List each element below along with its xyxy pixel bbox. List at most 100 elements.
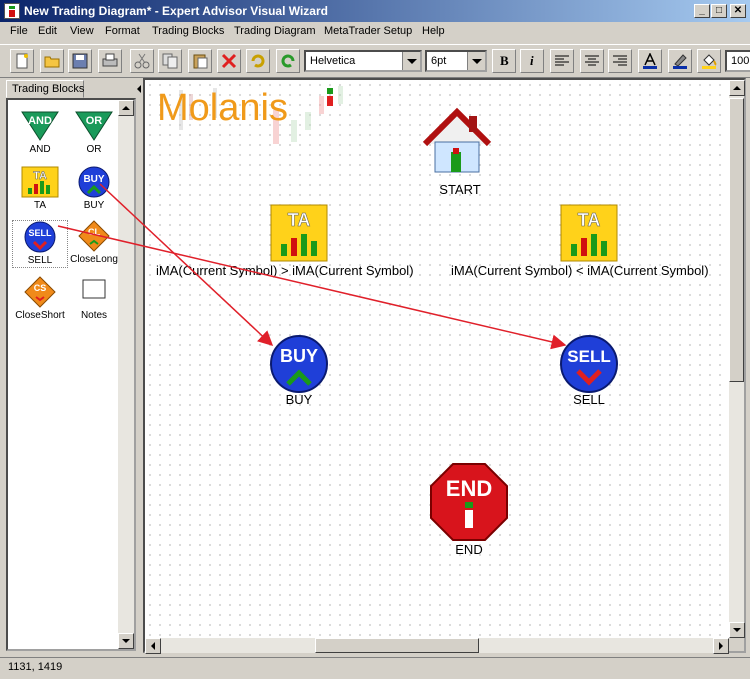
tab-trading-blocks[interactable]: Trading Blocks xyxy=(6,80,84,98)
line-color-button[interactable] xyxy=(668,49,692,73)
menu-trading-diagram[interactable]: Trading Diagram xyxy=(234,25,316,37)
scroll-down-button[interactable] xyxy=(118,633,134,649)
new-file-icon xyxy=(16,53,28,69)
palette-item-ta[interactable]: TA TA xyxy=(12,166,68,214)
trading-blocks-palette: AND AND OR OR TA TA BUY BUY SELL SELL CL… xyxy=(6,98,136,651)
ta-node-1-label: iMA(Current Symbol) > iMA(Current Symbol… xyxy=(156,263,414,278)
close-button[interactable]: ✕ xyxy=(730,4,746,18)
ta-node-1[interactable]: TA xyxy=(270,204,328,262)
italic-icon: i xyxy=(530,53,534,68)
buy-glyph: BUY xyxy=(280,346,318,366)
sell-node[interactable]: SELL xyxy=(559,334,619,394)
status-bar xyxy=(0,657,750,679)
scroll-down-button[interactable] xyxy=(729,622,745,638)
delete-x-icon xyxy=(221,53,237,69)
and-glyph: AND xyxy=(28,115,52,127)
sell-icon: SELL xyxy=(24,221,56,253)
copy-button[interactable] xyxy=(158,49,182,73)
bold-button[interactable]: B xyxy=(492,49,516,73)
scroll-left-button[interactable] xyxy=(145,638,161,654)
fill-color-button[interactable] xyxy=(697,49,721,73)
palette-item-and[interactable]: AND AND xyxy=(12,110,68,158)
menu-format[interactable]: Format xyxy=(105,25,140,37)
ta-node-2-label: iMA(Current Symbol) < iMA(Current Symbol… xyxy=(451,263,709,278)
undo-button[interactable] xyxy=(246,49,270,73)
ta-node-2[interactable]: TA xyxy=(560,204,618,262)
diagram-canvas[interactable]: Molanis START TA iMA(Current Symbol) > i… xyxy=(145,80,729,638)
italic-button[interactable]: i xyxy=(520,49,544,73)
buy-icon: BUY xyxy=(270,335,328,393)
start-label: START xyxy=(439,182,481,197)
start-node[interactable] xyxy=(419,106,495,176)
palette-label: CloseShort xyxy=(15,310,65,321)
palette-item-sell[interactable]: SELL SELL xyxy=(12,220,68,268)
ta-icon: TA xyxy=(270,204,328,262)
sell-label: SELL xyxy=(573,392,605,407)
menu-trading-blocks[interactable]: Trading Blocks xyxy=(152,25,224,37)
window-title: New Trading Diagram* - Expert Advisor Vi… xyxy=(24,4,328,18)
align-left-button[interactable] xyxy=(550,49,574,73)
new-button[interactable] xyxy=(10,49,34,73)
end-glyph: END xyxy=(446,476,492,501)
maximize-button[interactable]: □ xyxy=(711,4,727,18)
palette-item-buy[interactable]: BUY BUY xyxy=(66,166,122,214)
paste-icon xyxy=(193,54,208,69)
buy-icon: BUY xyxy=(78,166,110,198)
menu-edit[interactable]: Edit xyxy=(38,25,57,37)
menu-view[interactable]: View xyxy=(70,25,94,37)
palette-item-close-short[interactable]: CS CloseShort xyxy=(12,276,68,324)
palette-item-notes[interactable]: Notes xyxy=(66,276,122,324)
text-color-button[interactable] xyxy=(638,49,662,73)
cut-button[interactable] xyxy=(130,49,154,73)
scissors-icon xyxy=(134,53,150,69)
palette-item-close-long[interactable]: CL CloseLong xyxy=(66,220,122,268)
menu-metatrader-setup[interactable]: MetaTrader Setup xyxy=(324,25,412,37)
menu-help[interactable]: Help xyxy=(422,25,445,37)
font-value: Helvetica xyxy=(310,55,356,67)
palette-label: AND xyxy=(29,144,51,155)
scroll-right-button[interactable] xyxy=(713,638,729,654)
end-node[interactable]: END xyxy=(429,462,509,542)
palette-scrollbar[interactable] xyxy=(118,100,134,649)
align-left-icon xyxy=(555,55,569,66)
palette-label: TA xyxy=(33,200,47,211)
buy-label: BUY xyxy=(285,392,313,407)
align-center-icon xyxy=(585,55,599,66)
zoom-field[interactable]: 100 xyxy=(725,50,750,72)
scroll-up-button[interactable] xyxy=(729,80,745,96)
menu-file[interactable]: File xyxy=(10,25,28,37)
buy-glyph: BUY xyxy=(83,174,104,185)
bold-icon: B xyxy=(500,53,509,68)
font-select[interactable]: Helvetica xyxy=(304,50,422,72)
paste-button[interactable] xyxy=(188,49,212,73)
chevron-down-icon xyxy=(402,52,420,70)
print-button[interactable] xyxy=(98,49,122,73)
palette-label: Notes xyxy=(80,310,108,321)
cursor-coordinates: 1131, 1419 xyxy=(8,661,63,673)
minimize-button[interactable]: _ xyxy=(694,4,710,18)
scroll-thumb[interactable] xyxy=(729,98,744,382)
sell-glyph: SELL xyxy=(567,347,610,366)
palette-item-or[interactable]: OR OR xyxy=(66,110,122,158)
scroll-up-button[interactable] xyxy=(118,100,134,116)
align-center-button[interactable] xyxy=(580,49,604,73)
open-button[interactable] xyxy=(40,49,64,73)
align-right-icon xyxy=(613,55,627,66)
font-size-select[interactable]: 6pt xyxy=(425,50,487,72)
ta-icon: TA xyxy=(560,204,618,262)
align-right-button[interactable] xyxy=(608,49,632,73)
save-button[interactable] xyxy=(68,49,92,73)
canvas-horizontal-scrollbar[interactable] xyxy=(145,638,729,654)
delete-button[interactable] xyxy=(217,49,241,73)
palette-label: BUY xyxy=(83,200,105,211)
redo-button[interactable] xyxy=(276,49,300,73)
tab-label: Trading Blocks xyxy=(12,83,85,95)
canvas-vertical-scrollbar[interactable] xyxy=(729,80,745,638)
scroll-thumb[interactable] xyxy=(315,638,479,653)
palette-label: SELL xyxy=(27,255,53,266)
redo-icon xyxy=(281,54,295,68)
palette-label: OR xyxy=(86,144,102,155)
molanis-logo: Molanis xyxy=(157,86,343,144)
buy-node[interactable]: BUY xyxy=(269,334,329,394)
logo-text: Molanis xyxy=(157,87,288,129)
